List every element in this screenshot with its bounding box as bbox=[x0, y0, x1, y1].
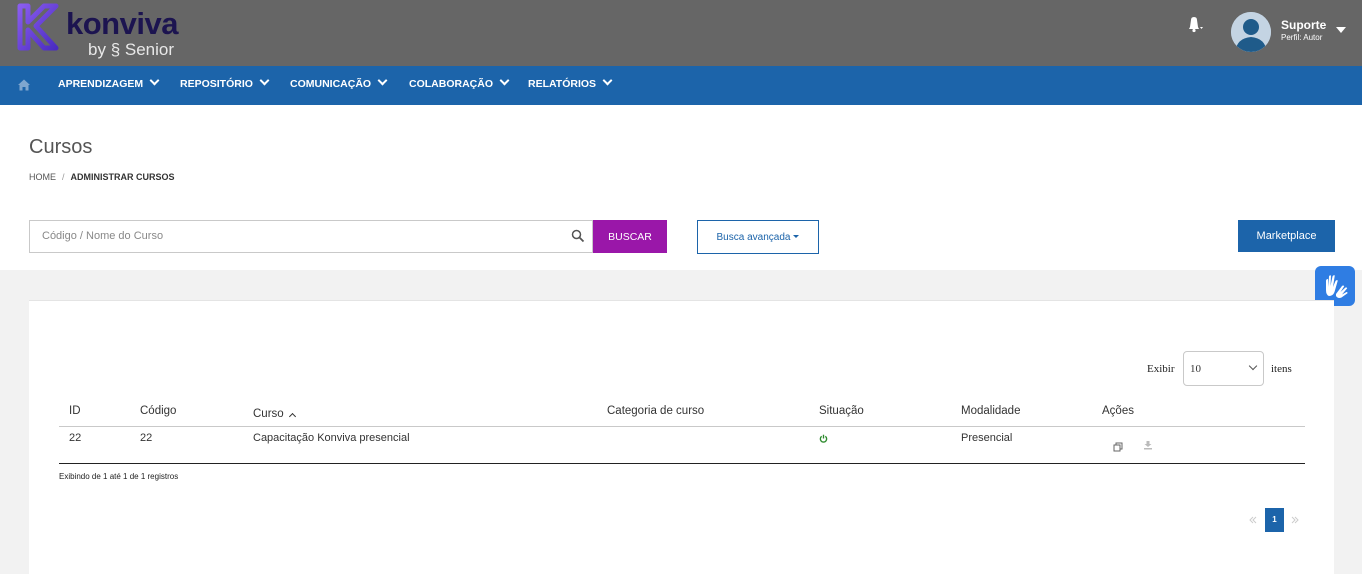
courses-table-card: Exibir 10 itens ID Código Curso Categori… bbox=[29, 300, 1334, 574]
cell-course[interactable]: Capacitação Konviva presencial bbox=[253, 432, 410, 444]
caret-down-icon bbox=[793, 234, 800, 238]
column-header-course-label: Curso bbox=[253, 408, 284, 420]
column-header-status[interactable]: Situação bbox=[819, 405, 864, 417]
advanced-search-button[interactable]: Busca avançada bbox=[697, 220, 819, 254]
brand-name: konviva bbox=[66, 6, 178, 41]
user-silhouette-icon bbox=[1231, 12, 1271, 52]
nav-colaboracao-label: COLABORAÇÃO bbox=[409, 78, 493, 90]
search-button[interactable]: BUSCAR bbox=[593, 220, 667, 253]
column-header-category[interactable]: Categoria de curso bbox=[607, 405, 704, 417]
power-icon[interactable] bbox=[819, 434, 828, 443]
brand-partner: Senior bbox=[124, 40, 175, 59]
user-role: Perfil: Autor bbox=[1281, 33, 1323, 42]
chevron-down-icon bbox=[259, 75, 270, 86]
chevron-down-icon bbox=[377, 75, 388, 86]
header-divider bbox=[59, 426, 1305, 427]
user-menu-caret-icon[interactable] bbox=[1336, 27, 1346, 33]
nav-relatorios-label: RELATÓRIOS bbox=[528, 78, 597, 90]
column-header-id[interactable]: ID bbox=[69, 405, 81, 417]
download-icon[interactable] bbox=[1143, 440, 1153, 450]
marketplace-button[interactable]: Marketplace bbox=[1238, 220, 1335, 252]
brand-by: by bbox=[88, 40, 106, 59]
nav-aprendizagem[interactable]: APRENDIZAGEM bbox=[58, 75, 160, 90]
breadcrumb-separator: / bbox=[62, 172, 65, 182]
column-header-course[interactable]: Curso bbox=[253, 408, 296, 421]
breadcrumb-current: ADMINISTRAR CURSOS bbox=[70, 172, 175, 182]
search-icon[interactable] bbox=[571, 229, 585, 243]
table-info: Exibindo de 1 até 1 de 1 registros bbox=[59, 472, 179, 481]
breadcrumb-home[interactable]: HOME bbox=[29, 172, 56, 182]
nav-comunicacao-label: COMUNICAÇÃO bbox=[290, 78, 372, 90]
user-name[interactable]: Suporte bbox=[1281, 18, 1326, 32]
nav-aprendizagem-label: APRENDIZAGEM bbox=[58, 78, 144, 90]
last-page-icon[interactable] bbox=[1291, 516, 1299, 524]
search-input[interactable] bbox=[40, 229, 564, 243]
breadcrumb: HOME / ADMINISTRAR CURSOS bbox=[29, 172, 175, 182]
page-size-select[interactable]: 10 bbox=[1183, 351, 1264, 386]
nav-comunicacao[interactable]: COMUNICAÇÃO bbox=[290, 75, 388, 90]
main-nav: APRENDIZAGEM REPOSITÓRIO COMUNICAÇÃO COL… bbox=[0, 66, 1362, 105]
cell-mode: Presencial bbox=[961, 432, 1013, 444]
copy-icon[interactable] bbox=[1113, 442, 1123, 452]
search-field bbox=[29, 220, 593, 253]
chevron-down-icon bbox=[602, 75, 613, 86]
notification-bell-icon[interactable] bbox=[1184, 16, 1204, 36]
column-header-mode[interactable]: Modalidade bbox=[961, 405, 1020, 417]
chevron-down-icon bbox=[149, 75, 160, 86]
top-bar: konviva by § Senior Suporte Perfil: Auto… bbox=[0, 0, 1362, 66]
column-header-code[interactable]: Código bbox=[140, 405, 176, 417]
cell-id: 22 bbox=[69, 432, 82, 444]
items-label: itens bbox=[1271, 363, 1292, 375]
table-bottom-border bbox=[59, 463, 1305, 464]
konviva-logo-mark bbox=[17, 3, 59, 51]
nav-colaboracao[interactable]: COLABORAÇÃO bbox=[409, 75, 510, 90]
column-header-actions: Ações bbox=[1102, 405, 1134, 417]
page-header: Cursos HOME / ADMINISTRAR CURSOS BUSCAR Bu… bbox=[0, 105, 1362, 270]
page-size-value: 10 bbox=[1190, 363, 1201, 375]
chevron-down-icon bbox=[499, 75, 510, 86]
page-title: Cursos bbox=[29, 136, 93, 158]
cell-code: 22 bbox=[140, 432, 153, 444]
first-page-icon[interactable] bbox=[1249, 516, 1257, 524]
pagination-current-page[interactable]: 1 bbox=[1265, 508, 1284, 532]
sort-ascending-icon bbox=[288, 412, 296, 421]
page-size-label: Exibir bbox=[1147, 363, 1175, 375]
konviva-logo[interactable]: konviva by § Senior bbox=[14, 2, 184, 62]
nav-repositorio[interactable]: REPOSITÓRIO bbox=[180, 75, 270, 90]
chevron-down-icon bbox=[1248, 361, 1258, 371]
avatar[interactable] bbox=[1231, 12, 1271, 52]
nav-relatorios[interactable]: RELATÓRIOS bbox=[528, 75, 613, 90]
home-icon[interactable] bbox=[17, 78, 31, 92]
nav-repositorio-label: REPOSITÓRIO bbox=[180, 78, 253, 90]
advanced-search-label: Busca avançada bbox=[716, 231, 791, 243]
brand-byline: by § Senior bbox=[88, 40, 175, 59]
